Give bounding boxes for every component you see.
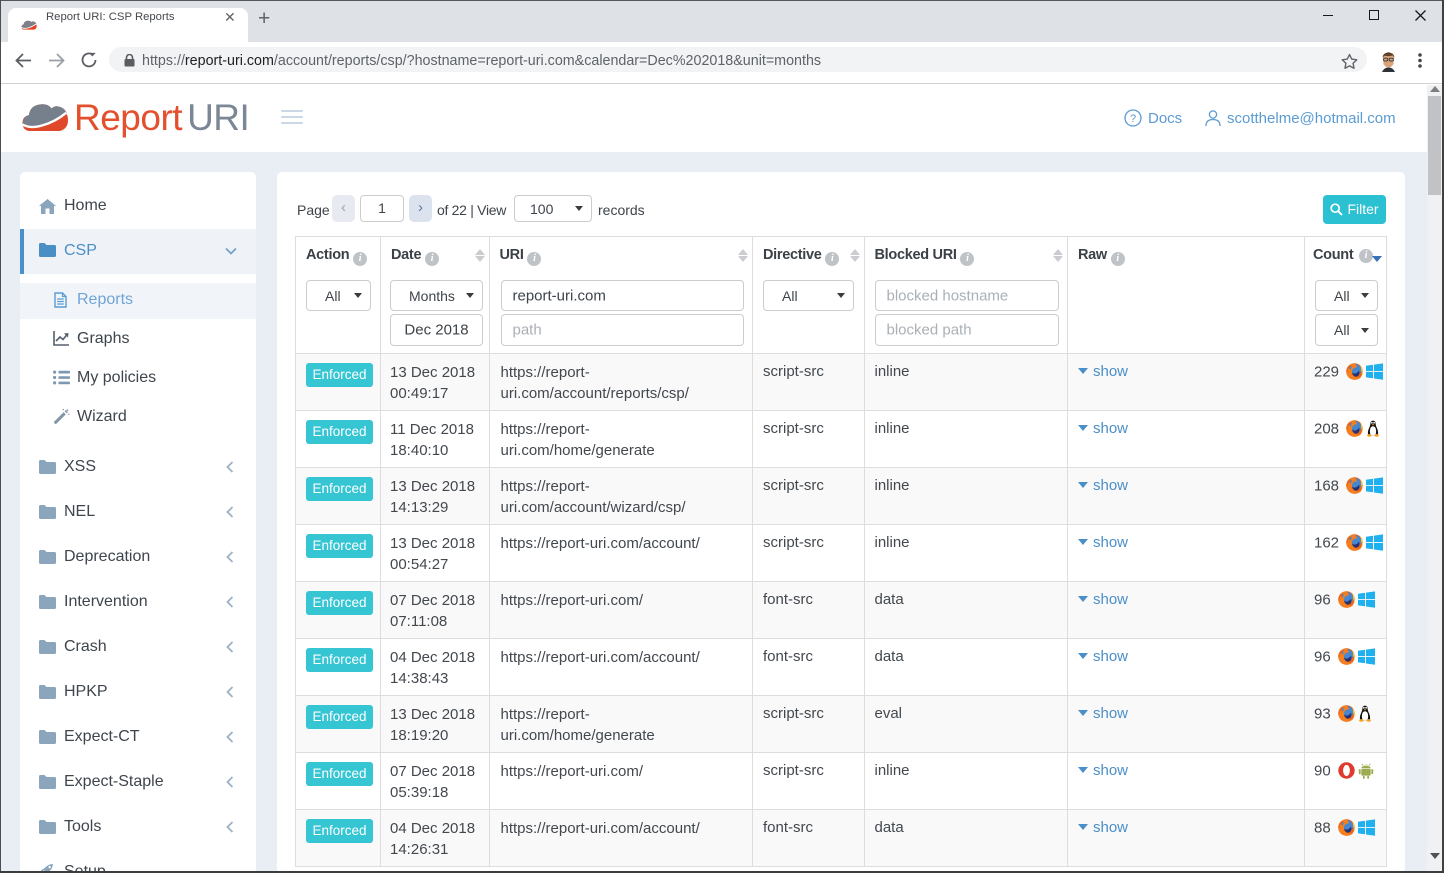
svg-text:?: ?: [1130, 113, 1136, 125]
